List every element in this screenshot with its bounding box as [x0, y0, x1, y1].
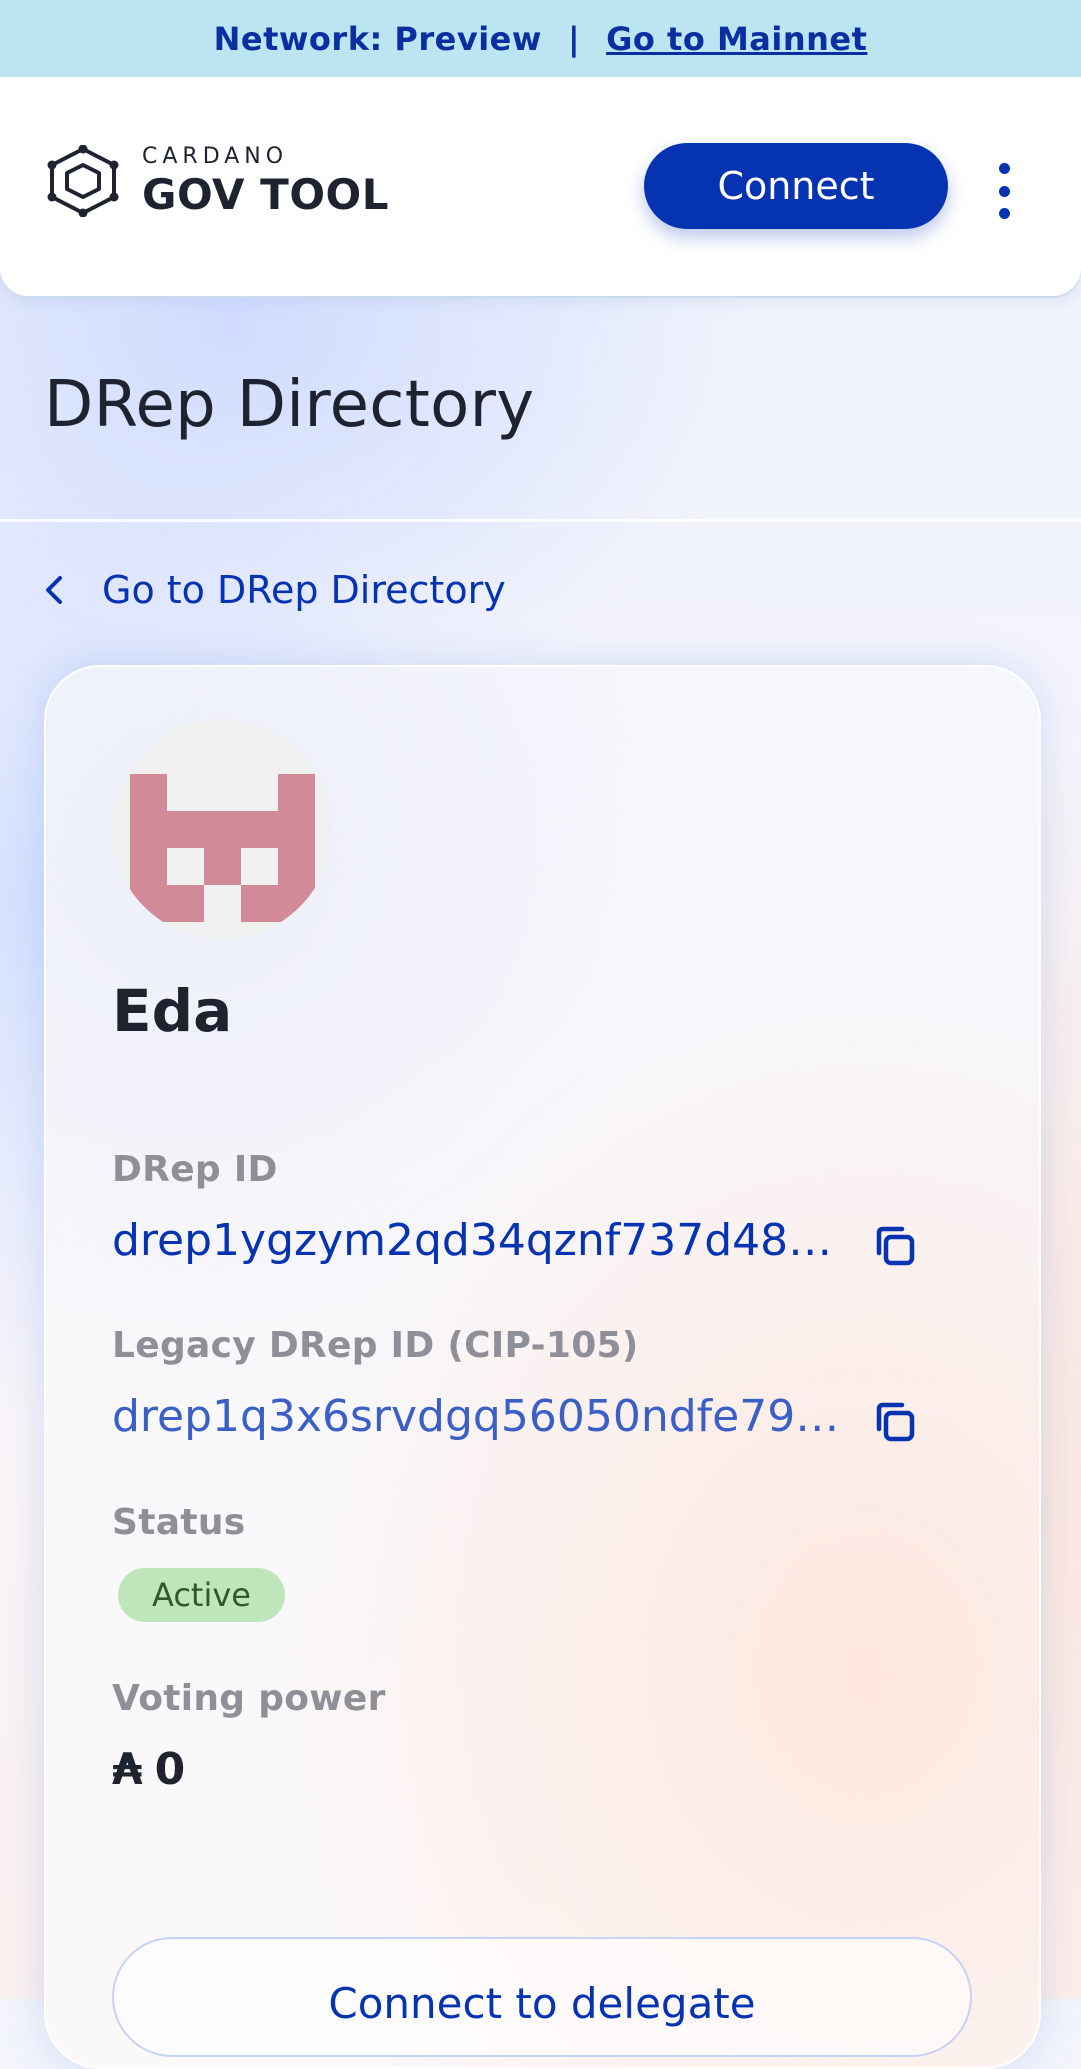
page-title: DRep Directory — [44, 368, 535, 442]
drep-avatar — [112, 719, 332, 939]
avatar-pixel — [278, 811, 315, 848]
menu-dot — [998, 185, 1010, 197]
avatar-pixel — [167, 811, 204, 848]
avatar-pixel — [278, 774, 315, 811]
status-badge: Active — [118, 1568, 285, 1622]
avatar-pixel — [130, 774, 167, 811]
network-label: Network: Preview — [213, 19, 542, 58]
voting-power-amount: 0 — [154, 1744, 186, 1795]
avatar-pixel — [130, 848, 167, 885]
drep-detail-card: Eda DRep ID drep1ygzym2qd34qznf737d488..… — [44, 665, 1041, 2069]
avatar-pixel — [167, 885, 204, 922]
drep-id-value[interactable]: drep1ygzym2qd34qznf737d488... — [112, 1215, 852, 1266]
drep-id-label: DRep ID — [112, 1149, 278, 1190]
cardano-hexagon-logo-icon — [47, 145, 119, 217]
logo-wordmark: CARDANO GOV TOOL — [142, 146, 389, 216]
avatar-pixel — [204, 848, 241, 885]
legacy-drep-id-label: Legacy DRep ID (CIP-105) — [112, 1325, 639, 1366]
app-header: CARDANO GOV TOOL Connect — [0, 77, 1081, 296]
back-to-directory-link[interactable]: Go to DRep Directory — [40, 568, 506, 612]
status-label: Status — [112, 1502, 246, 1543]
govtool-logo[interactable]: CARDANO GOV TOOL — [44, 145, 389, 217]
avatar-pixel — [241, 885, 278, 922]
avatar-pixel — [278, 848, 315, 885]
connect-to-delegate-button[interactable]: Connect to delegate — [112, 1937, 972, 2057]
menu-dot — [998, 208, 1010, 219]
logo-subtitle: CARDANO — [142, 144, 289, 169]
back-link-label: Go to DRep Directory — [102, 568, 506, 612]
avatar-pixel — [130, 811, 167, 848]
title-divider — [0, 519, 1081, 522]
connect-wallet-button[interactable]: Connect — [644, 143, 948, 229]
copy-icon[interactable] — [870, 1397, 920, 1447]
avatar-pixel — [278, 885, 315, 922]
drep-name: Eda — [112, 977, 233, 1045]
go-to-mainnet-link[interactable]: Go to Mainnet — [606, 20, 867, 58]
avatar-pixel — [204, 811, 241, 848]
voting-power-value: ₳ 0 — [112, 1744, 185, 1795]
copy-icon[interactable] — [870, 1221, 920, 1271]
banner-separator: | — [567, 19, 581, 58]
chevron-left-icon — [46, 576, 62, 604]
avatar-pixel — [130, 885, 167, 922]
network-banner: Network: Preview | Go to Mainnet — [0, 0, 1081, 77]
legacy-drep-id-value[interactable]: drep1q3x6srvdgq56050ndfe795... — [112, 1391, 852, 1442]
voting-power-label: Voting power — [112, 1678, 386, 1719]
menu-dot — [998, 163, 1010, 174]
more-menu-icon[interactable] — [990, 163, 1018, 219]
ada-currency-icon: ₳ — [112, 1744, 143, 1795]
avatar-pixel — [241, 811, 278, 848]
logo-title: GOV TOOL — [142, 170, 389, 219]
